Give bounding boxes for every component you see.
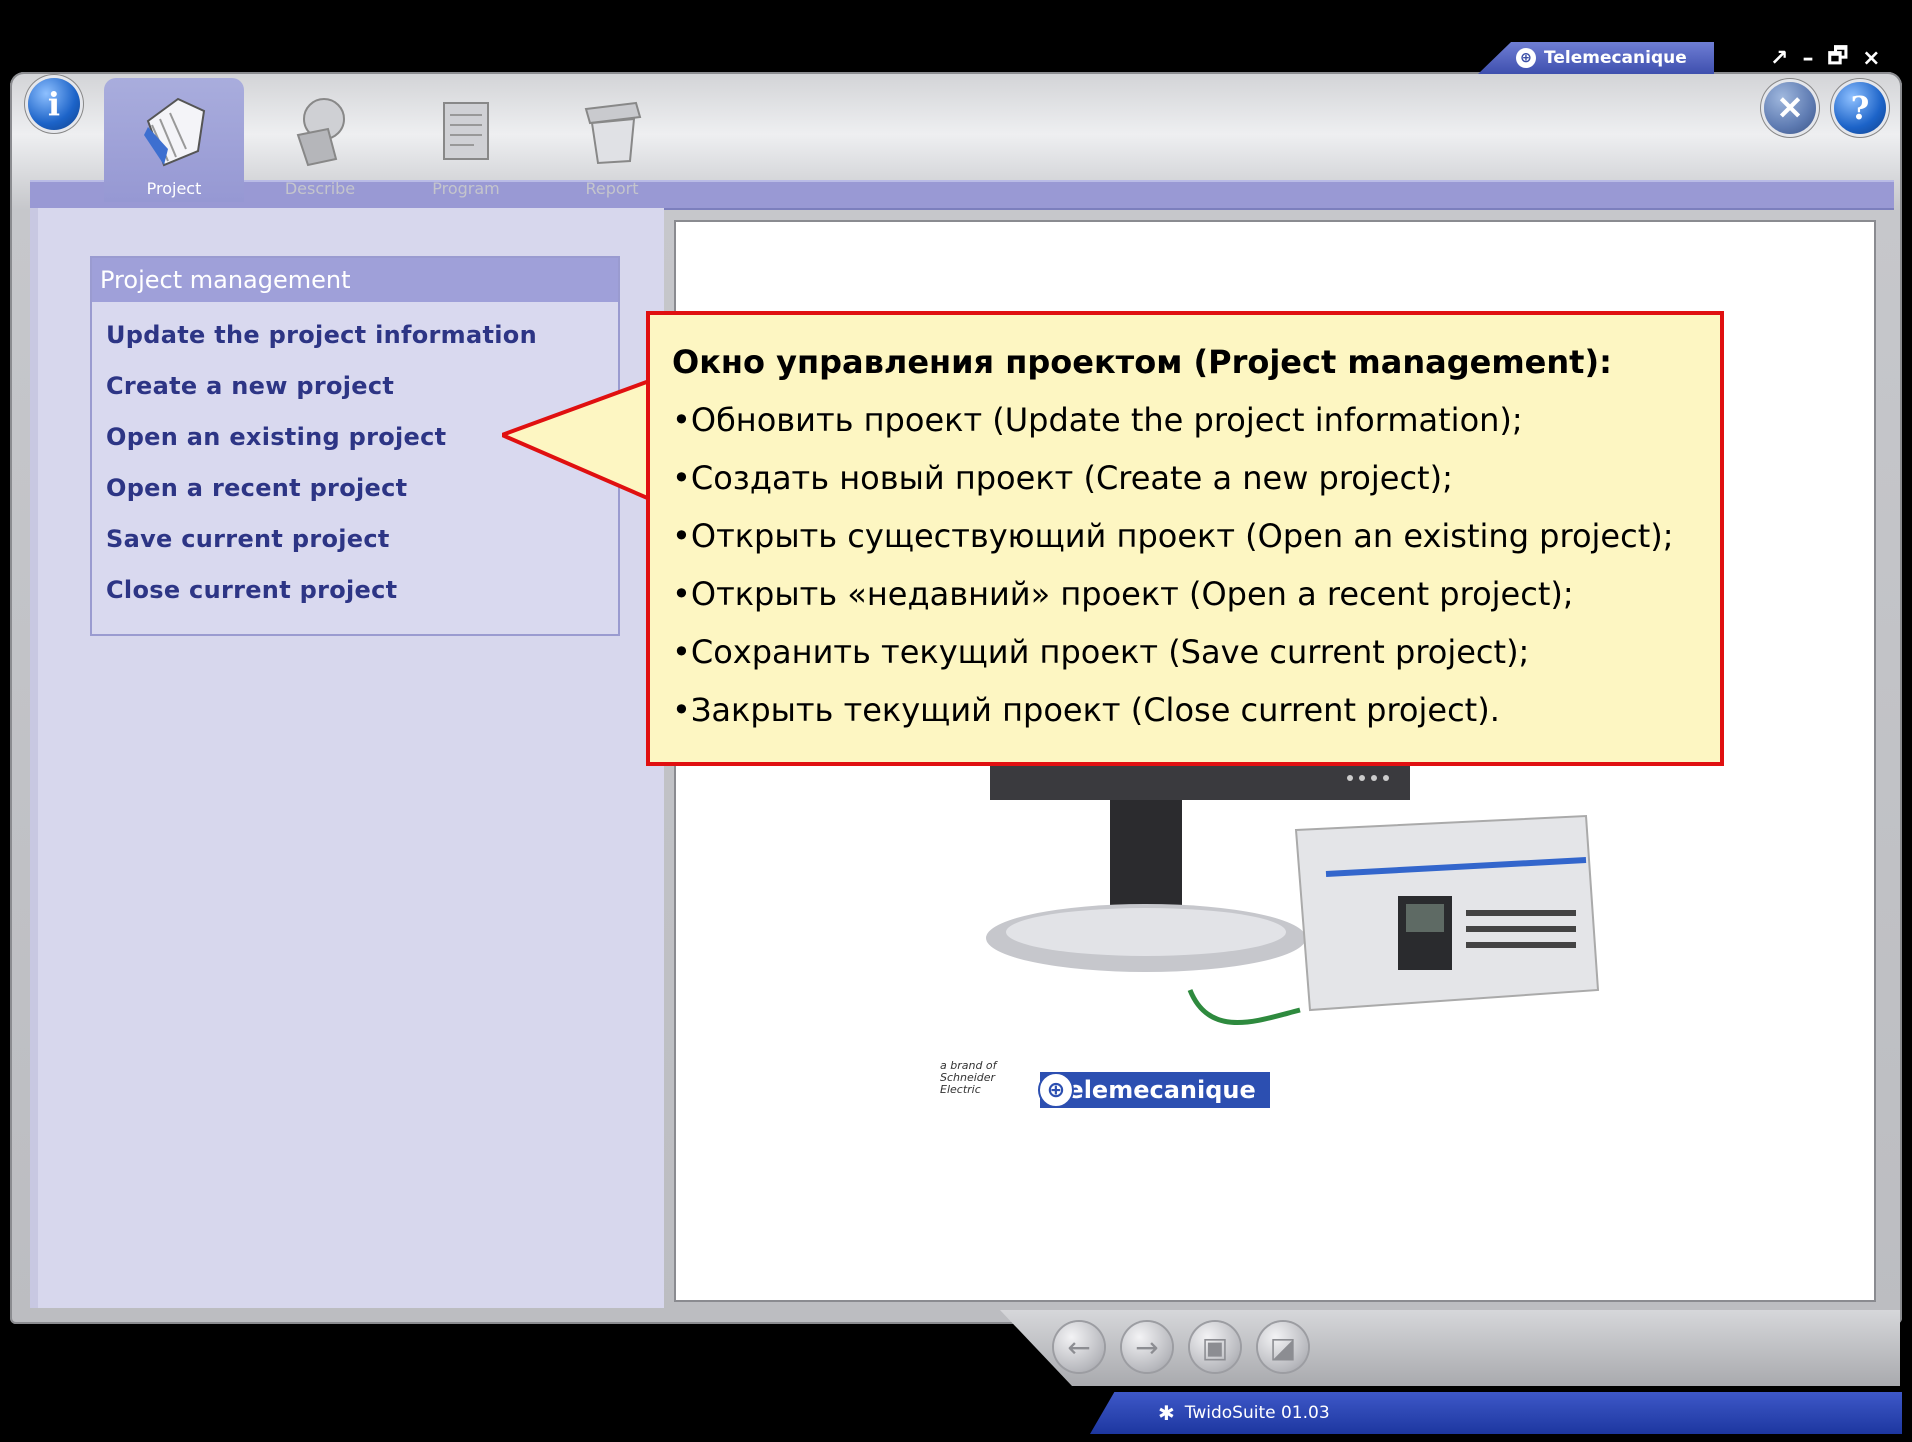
plc-controller-image [1294,814,1600,1012]
app-version: TwidoSuite 01.03 [1184,1403,1330,1423]
tab-label: Program [432,179,500,198]
minimize-button[interactable]: – [1802,46,1813,71]
callout-item: •Открыть существующий проект (Open an ex… [672,517,1674,555]
close-button[interactable]: × [1862,46,1880,71]
tab-describe[interactable]: Describe [250,78,390,202]
telemecanique-logo-icon: ⊕ [1038,1072,1074,1108]
tab-program[interactable]: Program [396,78,536,202]
window-controls: ↗ – 🗗 × [1770,42,1902,74]
info-icon[interactable]: i [28,78,80,130]
arrow-right-icon: → [1135,1330,1159,1364]
brand-tab: ⊕ Telemecanique [1478,42,1714,74]
program-icon [443,102,489,160]
callout-item: •Создать новый проект (Create a new proj… [672,459,1453,497]
callout-item: •Обновить проект (Update the project inf… [672,401,1523,439]
telemecanique-logo: Telemecanique [1040,1072,1270,1108]
forward-button[interactable]: → [1122,1322,1172,1372]
maximize-button[interactable]: 🗗 [1827,39,1848,77]
brand-label: Telemecanique [1544,48,1687,68]
export-button[interactable]: ◪ [1258,1322,1308,1372]
telemecanique-logo-icon: ⊕ [1516,48,1536,68]
schneider-logo: a brand of Schneider Electric [940,1059,997,1096]
save-button[interactable]: ▣ [1190,1322,1240,1372]
project-folder-icon [144,97,206,167]
tab-label: Report [585,179,639,198]
callout-pointer [502,380,662,504]
tools-icon[interactable]: ✕ [1764,82,1816,134]
arrow-left-icon: ← [1067,1330,1091,1364]
close-project-link[interactable]: Close current project [92,565,618,616]
tab-project[interactable]: Project [104,78,244,202]
callout-box: Окно управления проектом (Project manage… [646,311,1724,766]
update-project-link[interactable]: Update the project information [92,310,618,361]
callout-item: •Закрыть текущий проект (Close current p… [672,691,1500,729]
callout-title: Окно управления проектом (Project manage… [672,343,1612,381]
panel-title: Project management [92,258,618,302]
back-button[interactable]: ← [1054,1322,1104,1372]
callout-item: •Открыть «недавний» проект (Open a recen… [672,575,1574,613]
app-logo-icon: ✱ [1158,1401,1175,1425]
floppy-icon: ▣ [1201,1330,1229,1364]
status-bar: ✱ TwidoSuite 01.03 [1090,1392,1902,1434]
describe-icon [296,98,345,167]
restore-arrow-button[interactable]: ↗ [1770,46,1788,71]
tab-label: Describe [284,179,356,198]
save-project-link[interactable]: Save current project [92,514,618,565]
tab-report[interactable]: Report [542,78,682,202]
report-icon [584,101,642,165]
callout-item: •Сохранить текущий проект (Save current … [672,633,1530,671]
help-icon[interactable]: ? [1834,82,1886,134]
export-icon: ◪ [1269,1330,1297,1364]
tab-label: Project [146,179,202,198]
